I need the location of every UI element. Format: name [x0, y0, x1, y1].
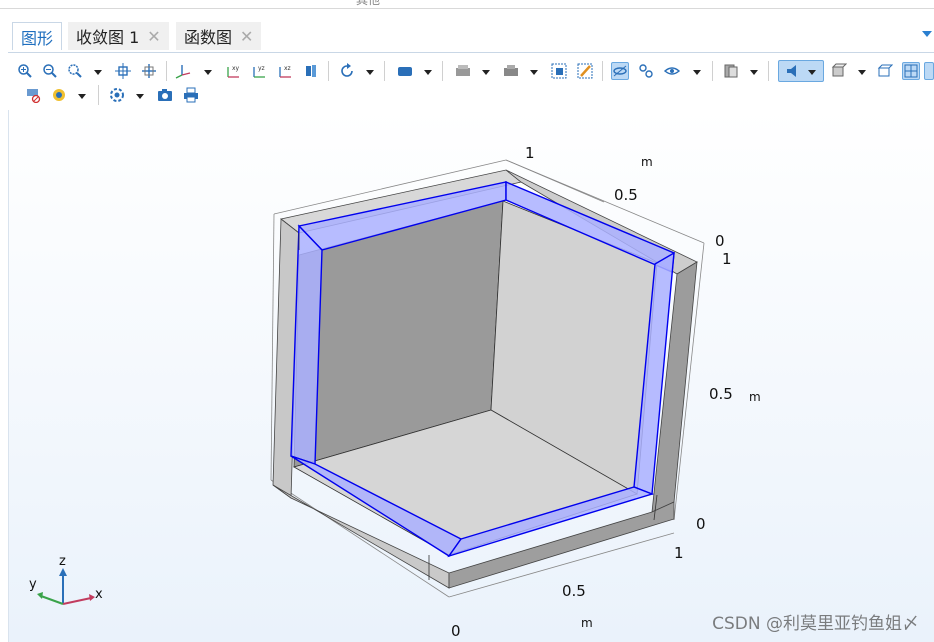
grid-icon-2[interactable]	[924, 62, 934, 80]
cube-view-icon[interactable]	[830, 62, 848, 80]
speaker-icon[interactable]	[778, 60, 824, 82]
zoom-in-icon[interactable]	[16, 62, 34, 80]
svg-text:xy: xy	[232, 65, 240, 72]
speaker-dropdown-icon[interactable]	[808, 70, 816, 75]
render-dropdown-icon[interactable]	[424, 70, 432, 75]
xz-view-icon[interactable]: xz	[276, 62, 294, 80]
geometry-view[interactable]	[9, 110, 934, 642]
rotate-dropdown-icon[interactable]	[366, 70, 374, 75]
tab-convergence-plot[interactable]: 收敛图 1 ✕	[68, 22, 169, 50]
separator	[384, 61, 385, 81]
x-axis-tick: 0.5	[562, 582, 586, 600]
lighting-icon[interactable]	[454, 62, 472, 80]
zoom-out-icon[interactable]	[41, 62, 59, 80]
window-top-edge: 其他	[0, 0, 934, 9]
axis-icon[interactable]	[174, 62, 192, 80]
y-axis-tick: 0.5	[709, 385, 733, 403]
graphics-canvas[interactable]: 1 m 0.5 0 1 0.5 m 0 1 0.5 m 0 z x y CSDN…	[8, 110, 934, 642]
print-icon[interactable]	[182, 86, 200, 104]
close-icon[interactable]: ✕	[147, 27, 160, 46]
window-top-label: 其他	[356, 0, 381, 7]
select-box-icon[interactable]	[550, 62, 568, 80]
x-axis-tick: 1	[674, 544, 684, 562]
grid-icon[interactable]	[902, 62, 920, 80]
transparency-icon[interactable]	[722, 62, 740, 80]
y-axis-tick: 0	[696, 515, 706, 533]
tab-label: 收敛图 1	[76, 28, 140, 47]
clear-select-icon[interactable]	[576, 62, 594, 80]
z-axis-tick: 0	[715, 232, 725, 250]
scene-icon[interactable]	[50, 86, 68, 104]
separator	[98, 85, 99, 105]
tab-graphics[interactable]: 图形	[12, 22, 63, 50]
translate-icon[interactable]	[140, 62, 158, 80]
tab-menu-dropdown-icon[interactable]	[922, 31, 932, 37]
axis-unit: m	[749, 390, 761, 404]
axis-dropdown-icon[interactable]	[204, 70, 212, 75]
depth-icon[interactable]	[302, 62, 320, 80]
render-mode-icon[interactable]	[396, 62, 414, 80]
tab-bar: 图形 收敛图 1 ✕ 函数图 ✕	[0, 9, 934, 53]
separator	[442, 61, 443, 81]
light-icon[interactable]	[108, 86, 126, 104]
svg-text:xz: xz	[284, 65, 291, 72]
light-dropdown-icon[interactable]	[136, 94, 144, 99]
tab-label: 图形	[21, 28, 54, 48]
separator	[712, 61, 713, 81]
eye-icon[interactable]	[663, 62, 681, 80]
rotate-icon[interactable]	[338, 62, 356, 80]
camera-icon[interactable]	[156, 86, 174, 104]
separator	[768, 61, 769, 81]
cube-view-dropdown-icon[interactable]	[858, 70, 866, 75]
wireframe-toggle-icon[interactable]	[611, 62, 629, 80]
yz-view-icon[interactable]: yz	[250, 62, 268, 80]
lighting-dropdown-icon[interactable]	[482, 70, 490, 75]
zoom-extents-icon[interactable]	[114, 62, 132, 80]
tab-function-plot[interactable]: 函数图 ✕	[176, 22, 262, 50]
link-icon[interactable]	[637, 62, 655, 80]
zoom-dropdown-icon[interactable]	[94, 70, 102, 75]
separator	[328, 61, 329, 81]
z-axis-tick: 1	[525, 144, 535, 162]
clip-icon[interactable]	[502, 62, 520, 80]
scene-dropdown-icon[interactable]	[78, 94, 86, 99]
separator	[166, 61, 167, 81]
wire-box-icon[interactable]	[876, 62, 894, 80]
eye-dropdown-icon[interactable]	[693, 70, 701, 75]
triad-x-label: x	[95, 587, 103, 602]
x-axis-tick: 0	[451, 622, 461, 640]
tab-label: 函数图	[184, 28, 233, 47]
y-axis-tick: 1	[722, 250, 732, 268]
xy-view-icon[interactable]: xy	[224, 62, 242, 80]
svg-text:yz: yz	[258, 65, 265, 72]
close-icon[interactable]: ✕	[240, 27, 253, 46]
axis-unit: m	[581, 616, 593, 630]
watermark: CSDN @利莫里亚钓鱼姐〆	[712, 614, 919, 634]
triad-y-label: y	[29, 577, 37, 592]
separator	[602, 61, 603, 81]
clip-dropdown-icon[interactable]	[530, 70, 538, 75]
panel-border	[8, 52, 934, 53]
z-axis-tick: 0.5	[614, 186, 638, 204]
graphics-toolbar: xy yz xz	[8, 56, 934, 110]
triad-z-label: z	[59, 554, 66, 569]
transparency-dropdown-icon[interactable]	[750, 70, 758, 75]
axis-unit: m	[641, 155, 653, 169]
hide-icon[interactable]	[24, 86, 42, 104]
zoom-box-icon[interactable]	[66, 62, 84, 80]
